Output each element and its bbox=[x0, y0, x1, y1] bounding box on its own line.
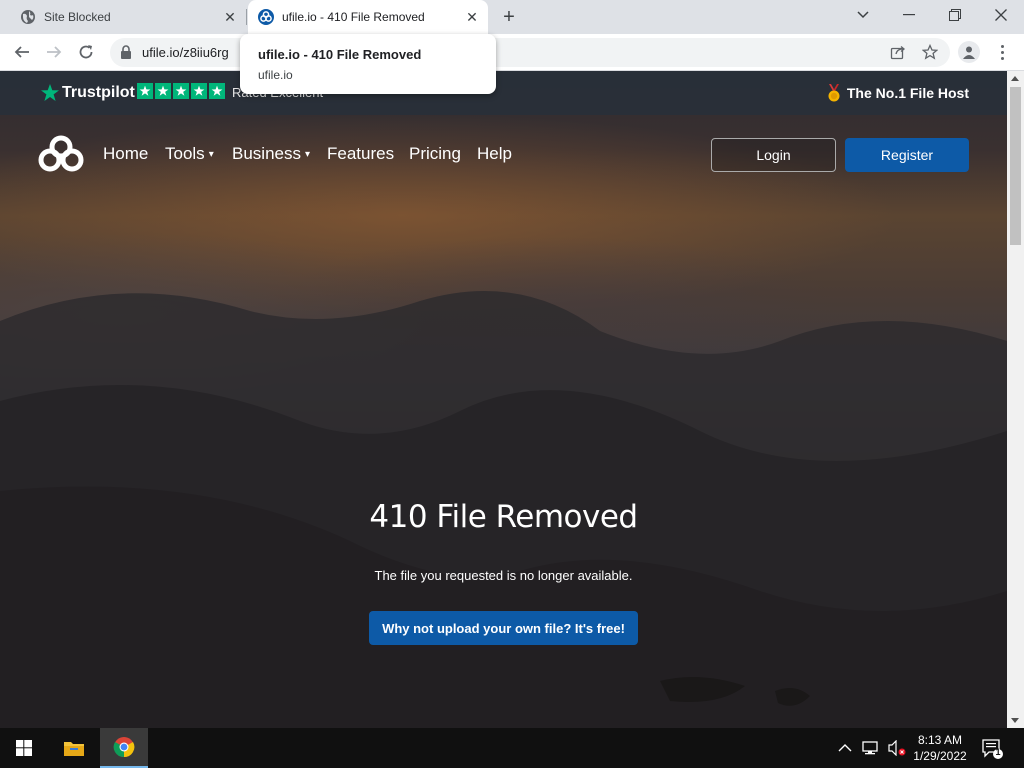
network-icon[interactable] bbox=[862, 741, 880, 755]
ufile-favicon-icon bbox=[258, 9, 274, 25]
nav-business-label: Business bbox=[232, 144, 301, 163]
page-title: 410 File Removed bbox=[369, 499, 638, 535]
star-icon bbox=[191, 83, 207, 99]
taskbar-clock[interactable]: 8:13 AM 1/29/2022 bbox=[908, 732, 972, 764]
trustpilot-rating-stars bbox=[137, 83, 225, 99]
back-arrow-icon[interactable] bbox=[8, 38, 36, 66]
chrome-taskbar-icon[interactable] bbox=[100, 728, 148, 768]
scroll-down-arrow-icon[interactable] bbox=[1011, 718, 1019, 723]
login-button[interactable]: Login bbox=[711, 138, 836, 172]
forward-arrow-icon[interactable] bbox=[40, 38, 68, 66]
register-button[interactable]: Register bbox=[845, 138, 969, 172]
trustpilot-logo[interactable]: Trustpilot bbox=[40, 83, 135, 103]
tab-strip: Site Blocked ✕ ufile.io - 410 File Remov… bbox=[0, 0, 1024, 34]
nav-help-label: Help bbox=[477, 144, 512, 163]
share-icon[interactable] bbox=[890, 44, 906, 60]
chevron-down-icon: ▾ bbox=[208, 148, 214, 160]
hover-card-domain: ufile.io bbox=[258, 68, 293, 82]
star-icon bbox=[209, 83, 225, 99]
nav-tools-label: Tools bbox=[165, 144, 205, 163]
nav-features[interactable]: Features bbox=[327, 144, 394, 164]
reload-icon[interactable] bbox=[72, 38, 100, 66]
volume-muted-icon[interactable] bbox=[888, 740, 906, 756]
star-icon bbox=[173, 83, 189, 99]
profile-avatar-icon[interactable] bbox=[958, 41, 980, 63]
upload-cta-button[interactable]: Why not upload your own file? It's free! bbox=[369, 611, 638, 645]
tab-title: Site Blocked bbox=[44, 10, 111, 24]
windows-start-icon[interactable] bbox=[0, 728, 48, 768]
page-scrollbar[interactable] bbox=[1007, 71, 1024, 728]
chevron-down-icon: ▾ bbox=[304, 148, 311, 160]
trustpilot-star-icon bbox=[41, 84, 59, 101]
url-text[interactable]: ufile.io/z8iiu6rg bbox=[142, 45, 229, 60]
nav-tools[interactable]: Tools ▾ bbox=[165, 144, 214, 164]
address-bar[interactable]: ufile.io/z8iiu6rg bbox=[110, 38, 950, 67]
close-window-button[interactable] bbox=[978, 0, 1024, 30]
trustpilot-brand: Trustpilot bbox=[62, 84, 135, 101]
clock-time: 8:13 AM bbox=[917, 733, 963, 747]
scrollbar-thumb[interactable] bbox=[1010, 87, 1021, 245]
medal-icon bbox=[828, 84, 840, 102]
nav-pricing[interactable]: Pricing bbox=[409, 144, 461, 164]
browser-toolbar: ufile.io/z8iiu6rg bbox=[0, 34, 1024, 71]
windows-taskbar: 8:13 AM 1/29/2022 1 bbox=[0, 728, 1024, 768]
tab-ufile-active[interactable]: ufile.io - 410 File Removed ✕ bbox=[248, 0, 488, 34]
notification-count: 1 bbox=[995, 747, 1001, 757]
nav-help[interactable]: Help bbox=[477, 144, 512, 164]
minimize-button[interactable] bbox=[886, 0, 932, 30]
kebab-menu-icon[interactable] bbox=[994, 41, 1010, 63]
bookmark-star-icon[interactable] bbox=[922, 44, 938, 60]
lock-icon[interactable] bbox=[120, 45, 132, 59]
nav-business[interactable]: Business ▾ bbox=[232, 144, 310, 164]
close-icon[interactable]: ✕ bbox=[464, 9, 480, 25]
ufile-logo-icon[interactable] bbox=[38, 135, 84, 175]
clock-date: 1/29/2022 bbox=[913, 749, 967, 763]
tab-hover-card: ufile.io - 410 File Removed ufile.io bbox=[240, 34, 496, 94]
trustpilot-bar: Trustpilot Rated Excellent The No.1 File… bbox=[0, 71, 1007, 115]
tab-search-chevron-icon[interactable] bbox=[840, 0, 886, 30]
new-tab-button[interactable]: + bbox=[498, 6, 520, 28]
nav-home-label: Home bbox=[103, 144, 149, 163]
tab-title: ufile.io - 410 File Removed bbox=[282, 10, 425, 24]
globe-icon bbox=[21, 10, 35, 24]
page-subtitle: The file you requested is no longer avai… bbox=[374, 568, 633, 583]
site-header-nav: Home Tools ▾ Business ▾ Features Pricing H… bbox=[0, 135, 1007, 175]
tab-separator bbox=[246, 9, 247, 25]
restore-button[interactable] bbox=[932, 0, 978, 30]
no1-badge-text: The No.1 File Host bbox=[846, 85, 969, 101]
chevron-up-icon[interactable] bbox=[838, 743, 852, 753]
hover-card-title: ufile.io - 410 File Removed bbox=[258, 47, 422, 62]
star-icon bbox=[137, 83, 153, 99]
close-icon[interactable]: ✕ bbox=[222, 9, 238, 25]
nav-features-label: Features bbox=[327, 144, 395, 163]
system-tray bbox=[838, 728, 906, 768]
no1-badge: The No.1 File Host bbox=[826, 84, 969, 102]
star-icon bbox=[155, 83, 171, 99]
nav-pricing-label: Pricing bbox=[409, 144, 461, 163]
notification-center-icon[interactable]: 1 bbox=[980, 736, 1004, 760]
nav-home[interactable]: Home bbox=[103, 144, 148, 164]
file-explorer-icon[interactable] bbox=[50, 728, 98, 768]
tab-site-blocked[interactable]: Site Blocked ✕ bbox=[0, 0, 246, 34]
scroll-up-arrow-icon[interactable] bbox=[1011, 76, 1019, 81]
page-viewport: Trustpilot Rated Excellent The No.1 File… bbox=[0, 71, 1007, 728]
